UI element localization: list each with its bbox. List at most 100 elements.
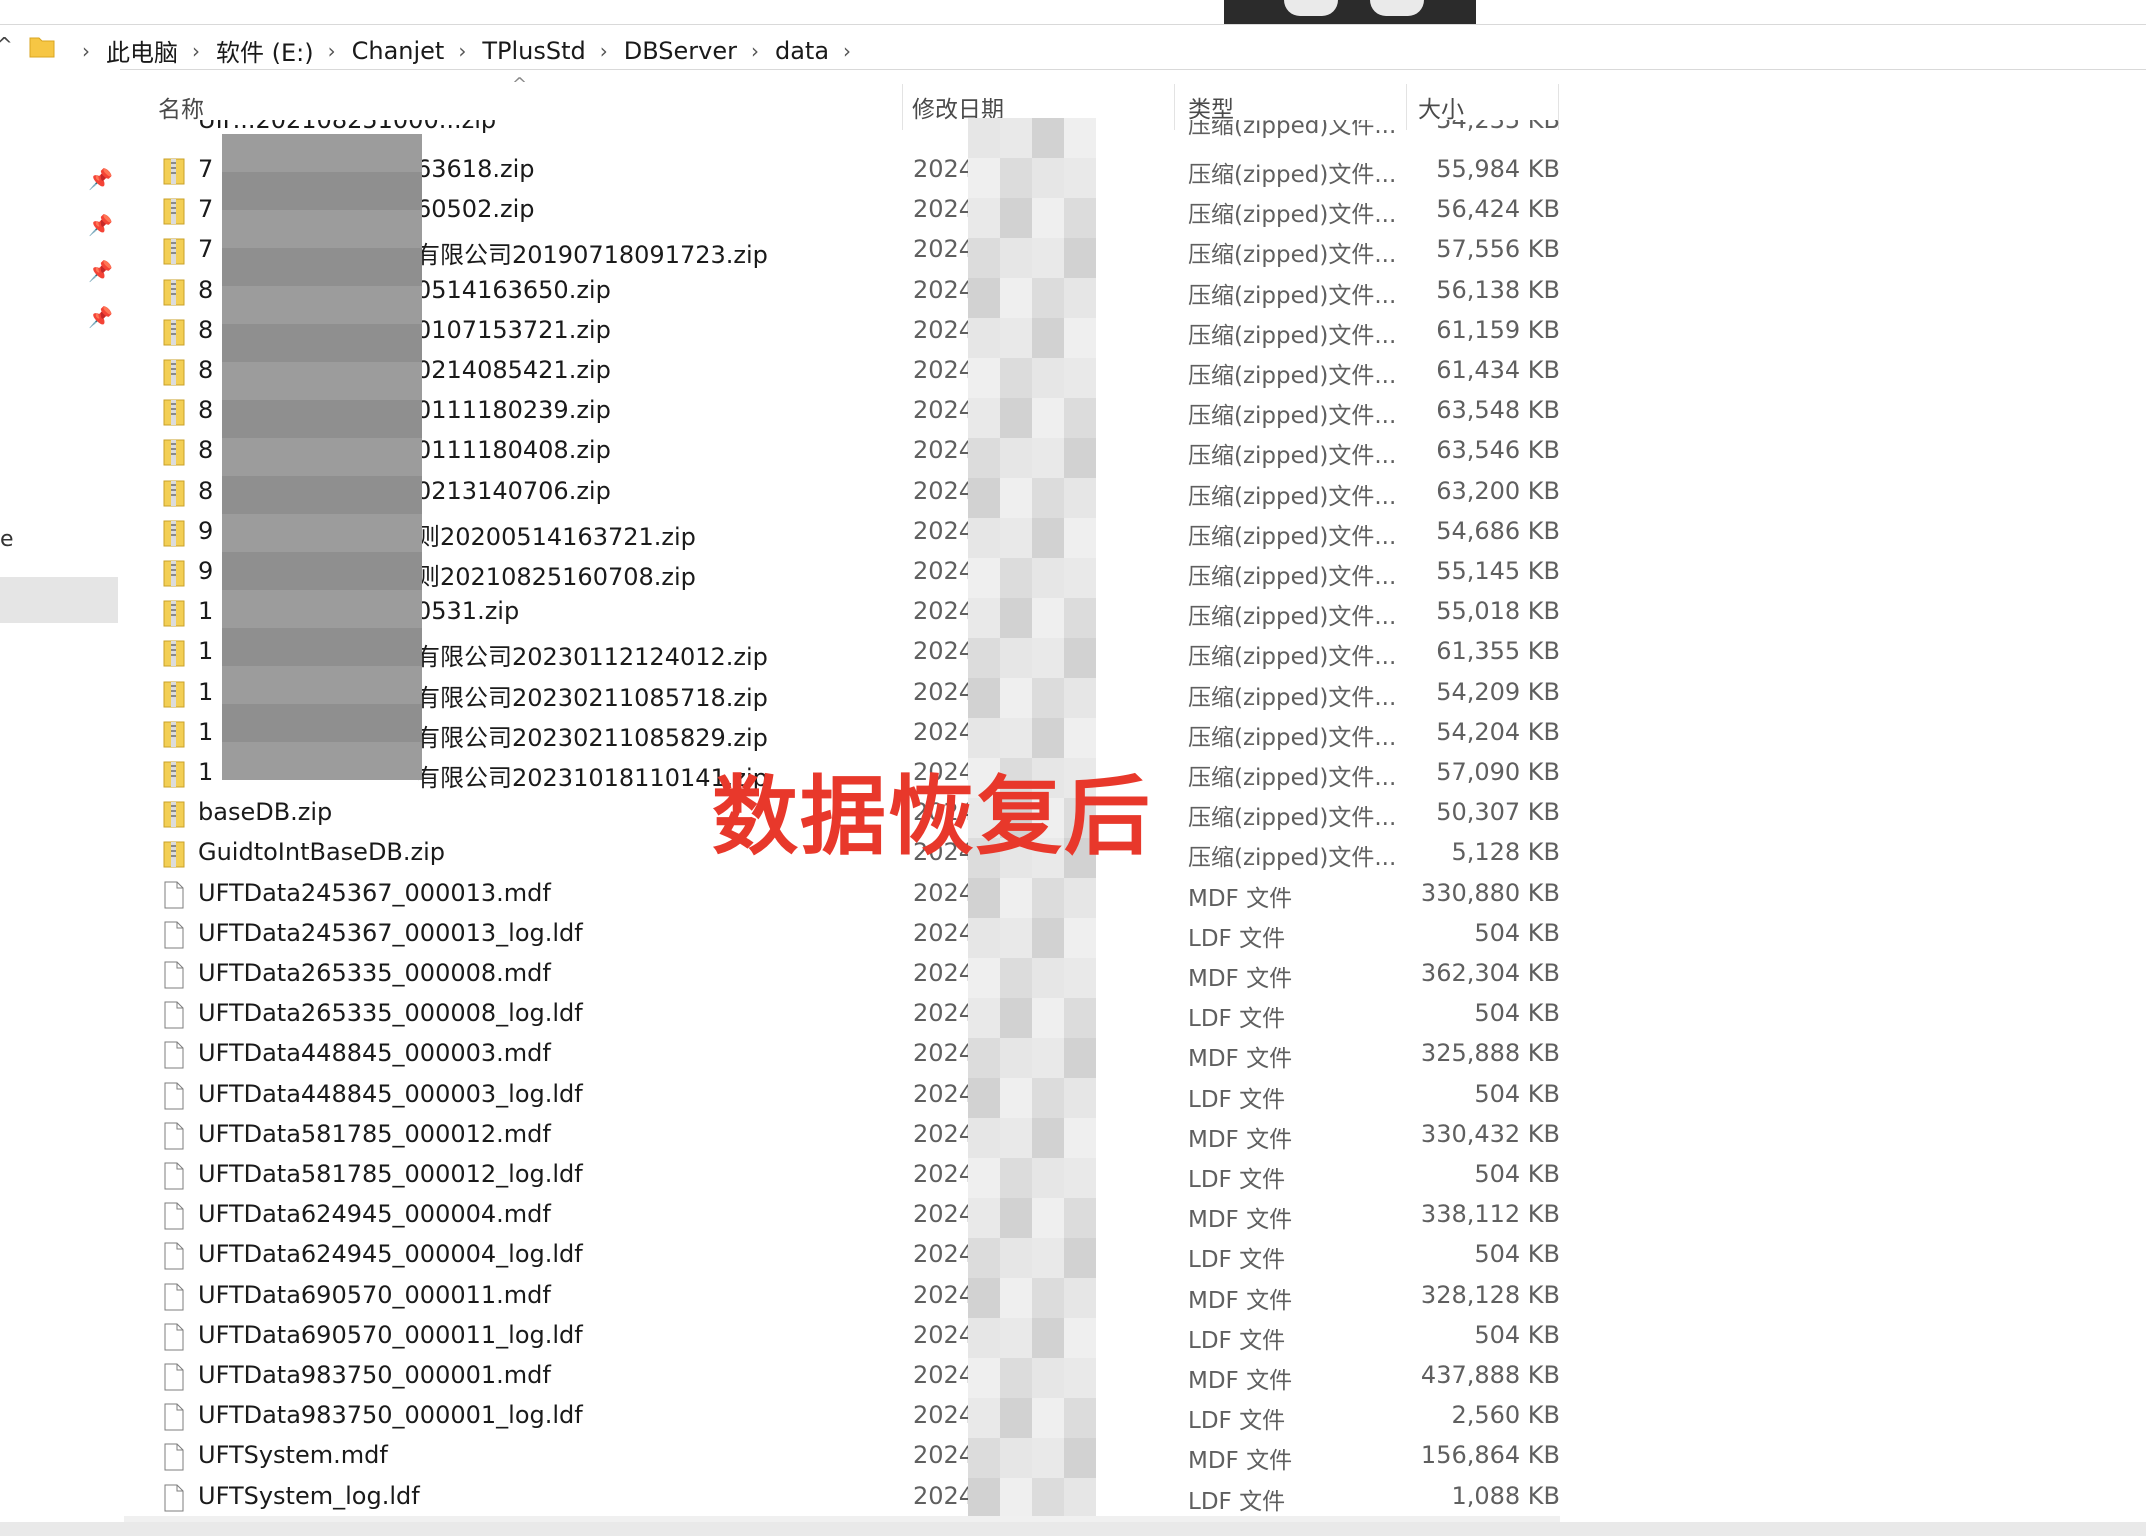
zip-folder-icon — [163, 480, 185, 507]
column-header-name[interactable]: 名称 — [158, 90, 204, 124]
redaction-pixel — [1000, 918, 1032, 958]
file-row[interactable]: UFTData245367_000013.mdf 2024 MDF 文件 330,88… — [150, 874, 1560, 914]
chevron-right-icon[interactable]: › — [458, 39, 466, 63]
chevron-right-icon[interactable]: › — [328, 39, 336, 63]
file-icon — [164, 1082, 184, 1110]
breadcrumb-item[interactable]: data — [775, 37, 829, 65]
redaction-pixel — [1064, 678, 1096, 718]
redaction-pixel — [968, 1358, 1000, 1398]
file-date: 2024 — [913, 677, 975, 706]
redaction-pixel — [1000, 238, 1032, 278]
redaction-pixel — [1064, 998, 1096, 1038]
breadcrumb-item[interactable]: DBServer — [624, 37, 737, 65]
chevron-right-icon[interactable]: › — [751, 39, 759, 63]
file-name: 1 有限公司20230211085829.zip — [198, 717, 768, 752]
breadcrumb-item[interactable]: TPlusStd — [482, 37, 585, 65]
file-date: 2024 — [913, 637, 975, 666]
redaction-pixel — [1032, 918, 1064, 958]
redaction-pixel — [222, 400, 262, 438]
redaction-pixel — [1000, 118, 1032, 158]
redaction-pixel — [302, 590, 342, 628]
file-row[interactable]: UFTData690570_000011.mdf 2024 MDF 文件 328,12… — [150, 1276, 1560, 1316]
redaction-pixel — [302, 476, 342, 514]
file-row[interactable]: UFTData265335_000008.mdf 2024 MDF 文件 362,30… — [150, 954, 1560, 994]
file-icon — [164, 921, 184, 949]
file-row[interactable]: UFTData581785_000012_log.ldf 2024 LDF 文件 50… — [150, 1155, 1560, 1195]
redaction-pixel — [302, 438, 342, 476]
redaction-pixel — [262, 210, 302, 248]
redaction-pixel — [302, 286, 342, 324]
file-name: baseDB.zip — [198, 798, 333, 827]
file-row[interactable]: UFTData690570_000011_log.ldf 2024 LDF 文件 50… — [150, 1316, 1560, 1356]
chevron-right-icon[interactable]: › — [600, 39, 608, 63]
redaction-pixel — [1064, 1198, 1096, 1238]
redaction-pixel — [1032, 1478, 1064, 1518]
redaction-pixel — [382, 742, 422, 780]
breadcrumb-item[interactable]: 此电脑 — [106, 33, 178, 68]
window-top-strip — [0, 0, 2146, 24]
redaction-pixel — [342, 324, 382, 362]
redaction-pixel — [342, 400, 382, 438]
file-name: UFTData690570_000011.mdf — [198, 1280, 551, 1309]
column-header-size[interactable]: 大小 — [1418, 90, 1464, 124]
file-size: 63,546 KB — [1436, 436, 1560, 465]
zip-folder-icon — [163, 279, 185, 306]
redaction-pixel — [968, 398, 1000, 438]
chevron-right-icon[interactable]: › — [843, 39, 851, 63]
address-bar[interactable]: ^ › 此电脑 › 软件 (E:) › Chanjet › TPlusStd › DBServer… — [0, 24, 2146, 70]
file-row[interactable]: UFTSystem_log.ldf 2024 LDF 文件 1,088 KB — [150, 1477, 1560, 1517]
redaction-pixel — [302, 552, 342, 590]
chevron-right-icon[interactable]: › — [192, 39, 200, 63]
breadcrumb-item[interactable]: Chanjet — [352, 37, 445, 65]
file-icon — [164, 1484, 184, 1512]
file-name: 9 则20210825160708.zip — [198, 557, 696, 591]
redaction-pixel — [1032, 118, 1064, 158]
file-row[interactable]: UFTData983750_000001.mdf 2024 MDF 文件 437,88… — [150, 1356, 1560, 1396]
redaction-pixel — [968, 1278, 1000, 1318]
up-caret-icon[interactable]: ^ — [0, 33, 13, 57]
file-date: 2024 — [913, 1481, 975, 1510]
column-header-type[interactable]: 类型 — [1188, 90, 1234, 124]
redaction-pixel — [382, 248, 422, 286]
file-row[interactable]: UFTData265335_000008_log.ldf 2024 LDF 文件 50… — [150, 994, 1560, 1034]
file-name: UFTData690570_000011_log.ldf — [198, 1320, 583, 1349]
redaction-pixel — [1064, 278, 1096, 318]
redaction-pixel — [1000, 438, 1032, 478]
file-row[interactable]: UFTData448845_000003.mdf 2024 MDF 文件 325,88… — [150, 1034, 1560, 1074]
redaction-pixel — [1032, 318, 1064, 358]
redaction-pixel — [222, 210, 262, 248]
zip-folder-icon — [163, 238, 185, 265]
file-row[interactable]: UFTData581785_000012.mdf 2024 MDF 文件 330,43… — [150, 1115, 1560, 1155]
redaction-pixel — [1000, 1238, 1032, 1278]
file-name: 8 0107153721.zip — [198, 315, 611, 344]
redaction-pixel — [1000, 1478, 1032, 1518]
redaction-pixel — [968, 1078, 1000, 1118]
redaction-pixel — [1032, 158, 1064, 198]
redaction-pixel — [1032, 478, 1064, 518]
redaction-pixel — [968, 678, 1000, 718]
redaction-pixel — [1032, 1238, 1064, 1278]
file-name: 1 0531.zip — [198, 597, 520, 626]
redaction-pixel — [1064, 1238, 1096, 1278]
redaction-pixel — [968, 198, 1000, 238]
chevron-right-icon[interactable]: › — [82, 39, 90, 63]
redaction-pixel — [302, 514, 342, 552]
redaction-pixel — [1064, 1478, 1096, 1518]
redaction-pixel — [262, 286, 302, 324]
file-row[interactable]: UFTData624945_000004.mdf 2024 MDF 文件 338,11… — [150, 1195, 1560, 1235]
file-row[interactable]: UFTData448845_000003_log.ldf 2024 LDF 文件 50… — [150, 1075, 1560, 1115]
file-row[interactable]: UFTSystem.mdf 2024 MDF 文件 156,864 KB — [150, 1436, 1560, 1476]
breadcrumb-item[interactable]: 软件 (E:) — [216, 33, 314, 68]
redaction-pixel — [1064, 1438, 1096, 1478]
file-row[interactable]: UFTData983750_000001_log.ldf 2024 LDF 文件 2,… — [150, 1396, 1560, 1436]
redaction-pixel — [968, 958, 1000, 998]
redaction-pixel — [222, 324, 262, 362]
zip-folder-icon — [163, 560, 185, 587]
redaction-pixel — [1064, 1398, 1096, 1438]
file-name: 8 0514163650.zip — [198, 275, 611, 304]
file-row[interactable]: UFTData245367_000013_log.ldf 2024 LDF 文件 50… — [150, 914, 1560, 954]
file-row[interactable]: UFTData624945_000004_log.ldf 2024 LDF 文件 50… — [150, 1235, 1560, 1275]
redaction-pixel — [382, 590, 422, 628]
redaction-pixel — [262, 704, 302, 742]
redaction-pixel — [1032, 958, 1064, 998]
